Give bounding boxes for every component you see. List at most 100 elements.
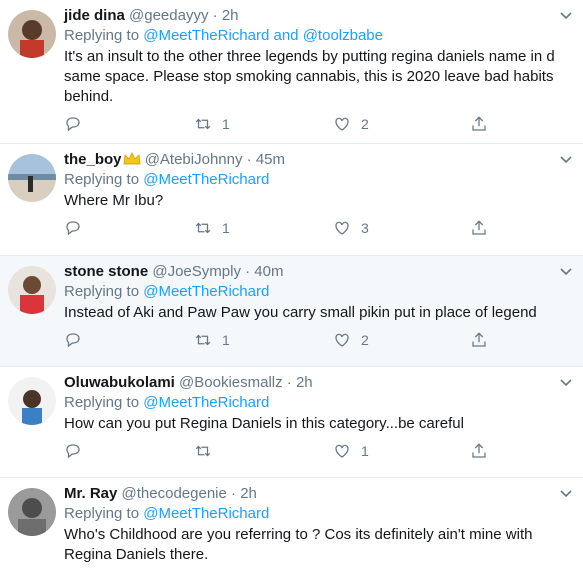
chevron-down-icon[interactable] [559,264,573,278]
mention-link[interactable]: @MeetTheRichard [143,171,269,188]
user-handle[interactable]: @thecodegenie [122,485,227,502]
retweet-icon [195,222,211,234]
replying-prefix: Replying to [64,171,140,188]
timestamp[interactable]: 2h [296,374,313,391]
reply-button[interactable] [64,442,92,460]
like-button[interactable]: 1 [333,442,369,460]
tweet-text: How can you put Regina Daniels in this c… [64,415,464,432]
like-button[interactable]: 3 [333,219,369,237]
share-button[interactable] [470,115,488,133]
replying-to: Replying to @MeetTheRichard [64,393,571,413]
retweet-icon [195,334,211,346]
mention-link[interactable]: @MeetTheRichard [143,283,269,300]
timestamp[interactable]: 40m [254,263,283,280]
chevron-down-icon[interactable] [559,486,573,500]
replying-prefix: Replying to [64,27,140,44]
separator-dot: · [246,151,252,168]
tweet-header: Mr. Ray @thecodegenie · 2h [64,484,571,504]
separator-dot: · [231,485,237,502]
like-count: 2 [361,332,369,348]
like-button[interactable]: 2 [333,115,369,133]
like-button[interactable]: 2 [333,331,369,349]
mention-link[interactable]: @MeetTheRichard [143,505,269,522]
separator-dot: · [245,263,251,280]
tweet[interactable]: Oluwabukolami @Bookiesmallz · 2h Replyin… [0,367,583,478]
replying-to: Replying to @MeetTheRichard and @toolzba… [64,26,571,46]
replying-to: Replying to @MeetTheRichard [64,282,571,302]
display-name[interactable]: stone stone [64,263,148,280]
retweet-button[interactable] [194,442,222,460]
user-handle[interactable]: @JoeSymply [152,263,241,280]
avatar[interactable] [8,266,56,314]
retweet-button[interactable]: 1 [194,219,230,237]
retweet-count: 1 [222,220,230,236]
user-handle[interactable]: @Bookiesmallz [179,374,283,391]
tweet-actions: 1 3 [64,215,571,247]
tweet[interactable]: stone stone @JoeSymply · 40m Replying to… [0,256,583,367]
tweet-actions: 1 2 [64,327,571,359]
retweet-icon [195,445,211,457]
chevron-down-icon[interactable] [559,375,573,389]
avatar[interactable] [8,488,56,536]
mention-link[interactable]: @MeetTheRichard [143,27,269,44]
share-button[interactable] [470,331,488,349]
heart-icon [335,221,349,235]
retweet-icon [195,118,211,130]
like-count: 3 [361,220,369,236]
tweet-feed: jide dina @geedayyy · 2h Replying to @Me… [0,0,583,574]
reply-icon [66,444,80,459]
share-icon [472,220,486,235]
reply-button[interactable] [64,331,92,349]
display-name[interactable]: Oluwabukolami [64,374,175,391]
mention-link[interactable]: @toolzbabe [303,27,383,44]
like-count: 2 [361,116,369,132]
user-handle[interactable]: @AtebiJohnny [145,151,243,168]
tweet-text: Where Mr Ibu? [64,192,164,209]
retweet-button[interactable]: 1 [194,115,230,133]
reply-button[interactable] [64,115,92,133]
retweet-count: 1 [222,332,230,348]
reply-icon [66,117,80,132]
replying-to: Replying to @MeetTheRichard [64,504,571,524]
chevron-down-icon[interactable] [559,152,573,166]
user-handle[interactable]: @geedayyy [129,7,208,24]
heart-icon [335,333,349,347]
reply-button[interactable] [64,219,92,237]
avatar[interactable] [8,154,56,202]
like-count: 1 [361,443,369,459]
avatar[interactable] [8,10,56,58]
tweet-header: Oluwabukolami @Bookiesmallz · 2h [64,373,571,393]
and-text[interactable]: and [274,27,299,44]
timestamp[interactable]: 45m [256,151,285,168]
tweet-text: It's an insult to the other three legend… [64,48,555,105]
replying-prefix: Replying to [64,394,140,411]
timestamp[interactable]: 2h [240,485,257,502]
share-button[interactable] [470,442,488,460]
avatar[interactable] [8,377,56,425]
tweet-actions: 1 2 [64,111,571,143]
tweet[interactable]: Mr. Ray @thecodegenie · 2h Replying to @… [0,478,583,574]
heart-icon [335,444,349,458]
display-name[interactable]: Mr. Ray [64,485,117,502]
share-button[interactable] [470,219,488,237]
tweet[interactable]: jide dina @geedayyy · 2h Replying to @Me… [0,0,583,144]
chevron-down-icon[interactable] [559,8,573,22]
retweet-count: 1 [222,116,230,132]
share-icon [472,443,486,458]
timestamp[interactable]: 2h [222,7,239,24]
crown-icon [123,152,140,165]
tweet[interactable]: the_boy @AtebiJohnny · 45m Replying to @… [0,144,583,256]
display-name[interactable]: the_boy [64,151,122,168]
tweet-header: jide dina @geedayyy · 2h [64,6,571,26]
mention-link[interactable]: @MeetTheRichard [143,394,269,411]
replying-prefix: Replying to [64,283,140,300]
display-name[interactable]: jide dina [64,7,125,24]
reply-icon [66,333,80,348]
tweet-text: Instead of Aki and Paw Paw you carry sma… [64,304,537,321]
retweet-button[interactable]: 1 [194,331,230,349]
tweet-header: stone stone @JoeSymply · 40m [64,262,571,282]
tweet-text: Who's Childhood are you referring to ? C… [64,526,533,563]
replying-prefix: Replying to [64,505,140,522]
replying-to: Replying to @MeetTheRichard [64,170,571,190]
separator-dot: · [212,7,218,24]
